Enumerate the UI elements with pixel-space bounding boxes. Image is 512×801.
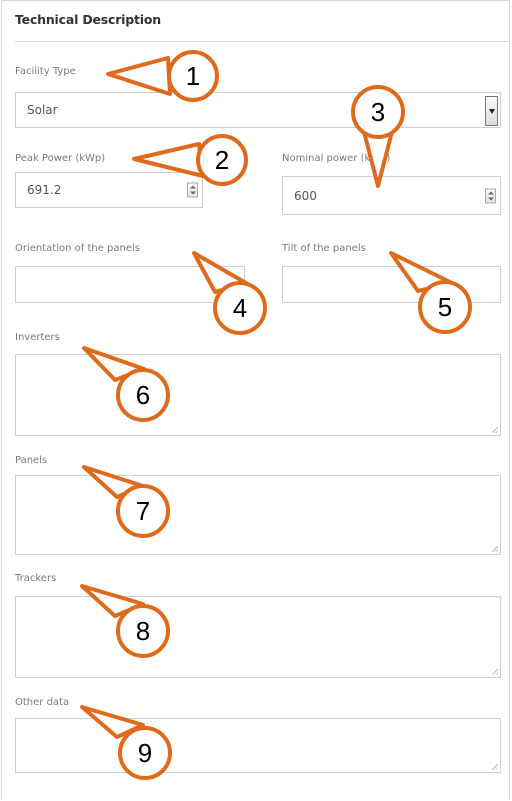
nominal-power-value: 600 xyxy=(294,188,317,203)
stepper-icon[interactable] xyxy=(187,182,198,198)
chevron-down-icon[interactable] xyxy=(485,96,498,126)
facility-type-value: Solar xyxy=(27,103,58,117)
tilt-label: Tilt of the panels xyxy=(282,243,366,254)
panels-textarea[interactable] xyxy=(15,475,501,555)
facility-type-label: Facility Type xyxy=(15,66,76,77)
peak-power-value: 691.2 xyxy=(27,183,62,197)
peak-power-input[interactable]: 691.2 xyxy=(15,172,203,208)
trackers-label: Trackers xyxy=(15,573,57,584)
nominal-power-input[interactable]: 600 xyxy=(282,176,501,215)
resize-handle-icon[interactable] xyxy=(492,764,498,770)
facility-type-select[interactable]: Solar xyxy=(15,92,501,128)
resize-handle-icon[interactable] xyxy=(492,427,498,433)
orientation-label: Orientation of the panels xyxy=(15,243,140,254)
orientation-input[interactable] xyxy=(15,266,245,303)
resize-handle-icon[interactable] xyxy=(492,546,498,552)
other-data-label: Other data xyxy=(15,697,70,708)
other-data-textarea[interactable] xyxy=(15,718,501,773)
peak-power-label: Peak Power (kWp) xyxy=(15,153,106,164)
section-divider xyxy=(15,41,510,42)
resize-handle-icon[interactable] xyxy=(492,669,498,675)
tilt-input[interactable] xyxy=(282,266,501,303)
panels-label: Panels xyxy=(15,455,48,466)
stepper-icon[interactable] xyxy=(485,188,496,203)
trackers-textarea[interactable] xyxy=(15,596,501,678)
nominal-power-label: Nominal power (kWn) xyxy=(282,153,391,164)
inverters-textarea[interactable] xyxy=(15,354,501,436)
section-title: Technical Description xyxy=(15,12,161,27)
inverters-label: Inverters xyxy=(15,332,60,343)
